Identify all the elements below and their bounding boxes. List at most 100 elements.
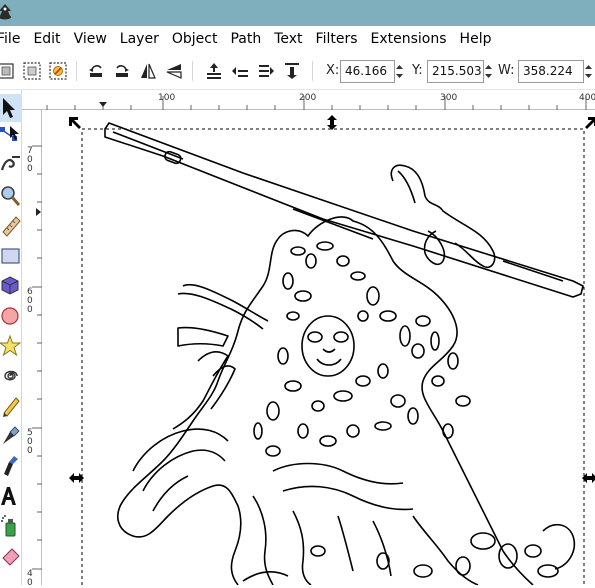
spray-tool-button[interactable] [0, 512, 22, 540]
eraser-tool-icon [2, 548, 20, 566]
ruler-position-marker [99, 102, 107, 107]
robe-fold [372, 520, 392, 577]
flip-vertical-icon[interactable] [164, 61, 184, 81]
cloth-strip [177, 326, 229, 347]
node-tool-icon [0, 126, 19, 141]
select-all-icon[interactable] [0, 61, 16, 81]
pen-tool-icon [3, 426, 20, 444]
rotate-cw-icon[interactable] [112, 61, 132, 81]
cloth-strip [142, 449, 226, 492]
robe-fold [292, 510, 312, 585]
ruler-label-100: 100 [158, 93, 176, 103]
lower-to-bottom-icon[interactable] [282, 61, 302, 81]
ellipse-tool-button[interactable] [0, 302, 22, 330]
spray-tool-icon [1, 515, 16, 537]
raise-icon[interactable] [230, 61, 250, 81]
resize-handle-top [327, 115, 337, 130]
ruler-label-600: 600 [27, 287, 33, 315]
ruler-label-400: 400 [579, 93, 595, 103]
inkscape-icon[interactable] [0, 3, 14, 21]
zoom-tool-button[interactable] [0, 182, 22, 210]
select-all-layers-icon[interactable] [22, 61, 42, 81]
staff-detail [112, 131, 184, 160]
nose [322, 348, 336, 353]
x-spin-buttons[interactable] [394, 60, 405, 83]
y-input[interactable]: 215.503 [427, 60, 484, 83]
robe-fold [282, 485, 414, 511]
line-art-figure [104, 122, 584, 585]
robe-fold [272, 462, 404, 485]
robe-fold [242, 571, 289, 582]
toolbar-separator [192, 61, 193, 81]
menu-help[interactable]: Help [460, 26, 492, 53]
canvas-artwork [69, 115, 595, 585]
text-tool-icon [1, 487, 16, 505]
horizontal-ruler[interactable]: 100 200 300 400 [22, 90, 595, 110]
pen-tool-button[interactable] [0, 422, 22, 450]
3d-box-tool-button[interactable] [0, 272, 22, 300]
lower-icon[interactable] [256, 61, 276, 81]
rectangle-tool-icon [1, 248, 20, 264]
selector-tool-icon [3, 98, 15, 118]
menu-edit[interactable]: Edit [33, 26, 60, 53]
calligraphy-tool-button[interactable] [0, 452, 22, 480]
vertical-ruler-ticks [32, 145, 42, 570]
title-bar [0, 0, 595, 26]
eraser-tool-button[interactable] [0, 542, 22, 570]
star-tool-button[interactable] [0, 332, 22, 360]
selector-tool-button[interactable] [0, 94, 22, 122]
ellipse-tool-icon [1, 307, 19, 325]
menu-layer[interactable]: Layer [120, 26, 159, 53]
w-input[interactable]: 358.224 [518, 60, 584, 83]
node-tool-button[interactable] [0, 122, 22, 150]
3d-box-tool-icon [1, 276, 19, 295]
cloth-strip [172, 351, 229, 430]
tweak-tool-icon [0, 156, 20, 171]
robe-fold [337, 515, 354, 572]
x-label: X: [326, 63, 340, 78]
toolbar-separator [76, 61, 77, 81]
ruler-label-700: 700 [27, 146, 33, 174]
left-eye [307, 331, 323, 343]
w-spin-buttons[interactable] [583, 60, 594, 83]
toolbox [0, 90, 22, 585]
measure-tool-button[interactable] [0, 212, 22, 240]
raise-to-top-icon[interactable] [204, 61, 224, 81]
menu-file[interactable]: File [0, 26, 20, 53]
text-tool-button[interactable] [0, 482, 22, 510]
toolbar-separator [312, 61, 313, 81]
pencil-tool-button[interactable] [0, 392, 22, 420]
resize-handle-top-left [69, 117, 81, 129]
cape-outline [117, 238, 279, 585]
menu-filters[interactable]: Filters [316, 26, 358, 53]
selection-bounding-box [81, 128, 585, 585]
menu-extensions[interactable]: Extensions [371, 26, 447, 53]
vertical-ruler[interactable]: 700 600 500 40 [22, 110, 42, 588]
resize-handle-top-right [585, 117, 595, 129]
star-tool-icon [0, 334, 22, 357]
x-input[interactable]: 46.166 [340, 60, 395, 83]
mouth [316, 358, 342, 366]
tweak-tool-button[interactable] [0, 150, 22, 178]
spiral-tool-button[interactable] [0, 362, 22, 390]
drawing-canvas[interactable] [43, 111, 595, 585]
menu-bar: File Edit View Layer Object Path Text Fi… [0, 26, 595, 53]
ruler-label-500: 500 [27, 428, 33, 456]
ruler-label-200: 200 [299, 93, 317, 103]
menu-view[interactable]: View [74, 26, 107, 53]
w-label: W: [498, 63, 515, 78]
pencil-tool-icon [3, 397, 20, 417]
menu-object[interactable]: Object [172, 26, 218, 53]
y-label: Y: [412, 63, 423, 78]
menu-path[interactable]: Path [230, 26, 261, 53]
rectangle-tool-button[interactable] [0, 242, 22, 270]
flip-horizontal-icon[interactable] [138, 61, 158, 81]
menu-text[interactable]: Text [274, 26, 302, 53]
tool-controls-bar: X: 46.166 Y: 215.503 W: 358.224 [0, 53, 595, 90]
deselect-icon[interactable] [48, 61, 68, 81]
y-spin-buttons[interactable] [483, 60, 494, 83]
selection-handles [69, 115, 595, 483]
rotate-ccw-icon[interactable] [86, 61, 106, 81]
calligraphy-tool-icon [4, 456, 18, 476]
ruler-label-300: 300 [440, 93, 458, 103]
